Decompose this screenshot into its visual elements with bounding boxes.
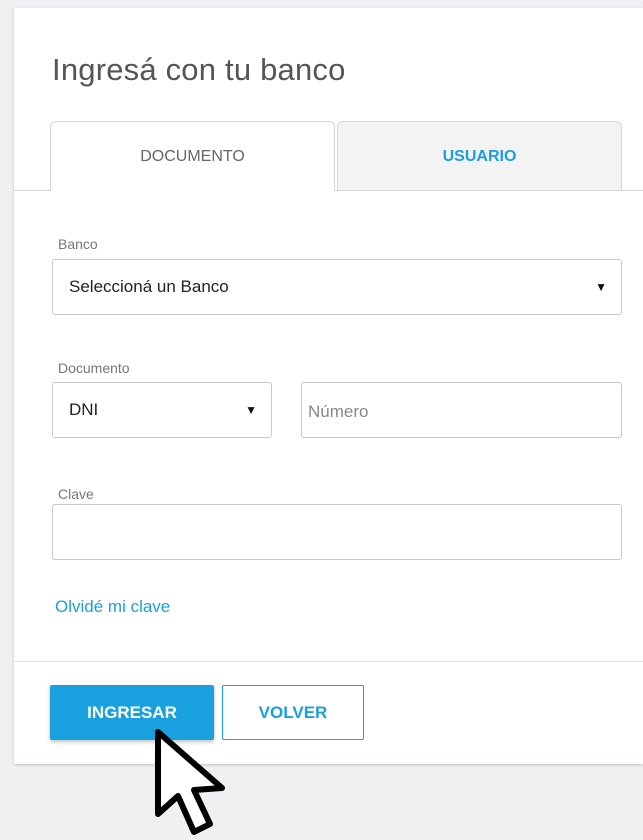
password-input[interactable] <box>52 504 622 560</box>
document-type-select[interactable]: DNI ▼ <box>52 382 272 438</box>
forgot-password-link[interactable]: Olvidé mi clave <box>55 597 170 617</box>
document-type-value: DNI <box>69 400 99 419</box>
volver-button-label: VOLVER <box>258 702 328 722</box>
tab-documento[interactable]: DOCUMENTO <box>50 121 335 191</box>
document-label: Documento <box>58 360 130 376</box>
login-card: Ingresá con tu banco DOCUMENTO USUARIO B… <box>14 8 643 764</box>
document-number-placeholder: Número <box>308 402 369 421</box>
caret-down-icon: ▼ <box>245 403 257 417</box>
caret-down-icon: ▼ <box>595 280 607 294</box>
tab-usuario-label: USUARIO <box>442 147 517 165</box>
tab-documento-label: DOCUMENTO <box>140 147 245 165</box>
bank-label: Banco <box>58 236 98 252</box>
bank-select[interactable]: Seleccioná un Banco ▼ <box>52 259 622 315</box>
footer-divider <box>14 661 643 662</box>
tab-usuario[interactable]: USUARIO <box>337 121 622 191</box>
bank-select-value: Seleccioná un Banco <box>69 277 229 296</box>
password-label: Clave <box>58 486 94 502</box>
document-number-input[interactable]: Número <box>301 382 622 438</box>
mouse-pointer-icon <box>155 729 225 835</box>
volver-button[interactable]: VOLVER <box>222 685 364 740</box>
ingresar-button-label: INGRESAR <box>87 702 177 722</box>
page-title: Ingresá con tu banco <box>52 52 346 87</box>
